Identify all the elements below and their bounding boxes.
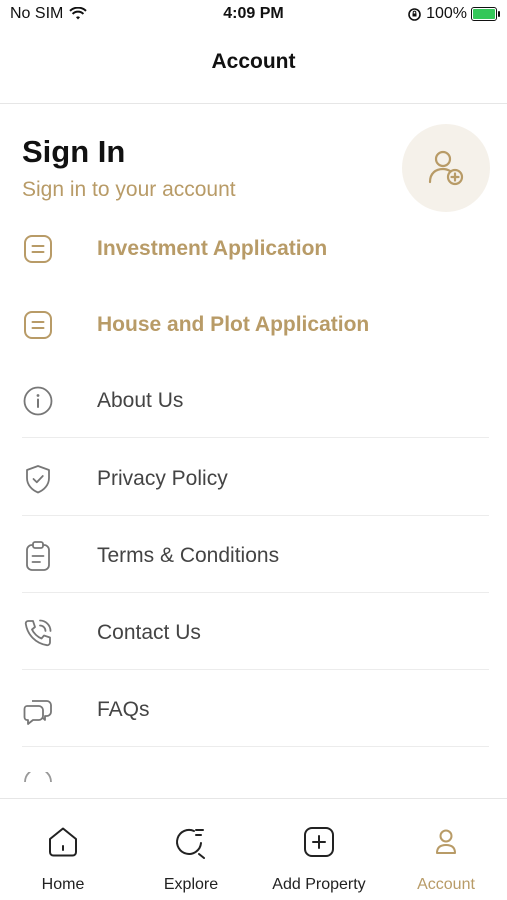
tab-bar: Home Explore Add Property Account [0, 798, 507, 900]
tab-account-label: Account [417, 876, 475, 893]
user-icon [429, 825, 463, 859]
info-icon [22, 385, 54, 417]
menu-item-contact-us[interactable]: Contact Us [0, 596, 507, 670]
chat-bubbles-icon [22, 694, 54, 726]
tab-account[interactable]: Account [400, 799, 492, 900]
tab-home[interactable]: Home [14, 799, 112, 900]
menu-item-faqs[interactable]: FAQs [0, 673, 507, 747]
menu-item-label: Investment Application [97, 237, 328, 260]
user-add-icon [428, 150, 464, 186]
phone-icon [22, 617, 54, 649]
page-title: Account [211, 50, 296, 73]
menu-item-terms-conditions[interactable]: Terms & Conditions [0, 519, 507, 593]
clipboard-icon [22, 540, 54, 572]
divider [22, 515, 489, 516]
explore-icon [174, 825, 208, 859]
add-square-icon [302, 825, 336, 859]
menu-item-label: Terms & Conditions [97, 544, 280, 567]
document-icon [22, 309, 54, 341]
sign-in-subtitle[interactable]: Sign in to your account [22, 178, 236, 202]
menu-item-privacy-policy[interactable]: Privacy Policy [0, 442, 507, 516]
document-icon [22, 233, 54, 265]
menu-item-investment-application[interactable]: Investment Application [0, 212, 507, 286]
tab-explore-label: Explore [163, 876, 219, 893]
sign-in-avatar-button[interactable] [402, 124, 490, 212]
divider [22, 746, 489, 747]
nav-header: Account [0, 30, 507, 104]
divider [22, 669, 489, 670]
menu-item-label: Contact Us [97, 621, 201, 644]
menu-item-house-plot-application[interactable]: House and Plot Application [0, 288, 507, 362]
status-right: 100% [407, 5, 500, 23]
tab-explore[interactable]: Explore [141, 799, 241, 900]
tab-add-property-label: Add Property [272, 876, 366, 893]
menu-item-label: About Us [97, 389, 184, 412]
menu-item-label: FAQs [97, 698, 150, 721]
battery-percent: 100% [426, 5, 467, 22]
shield-check-icon [22, 463, 54, 495]
tab-home-label: Home [41, 876, 85, 893]
menu-item-label: Privacy Policy [97, 467, 228, 490]
next-item-icon-partial [24, 772, 52, 782]
divider [22, 437, 489, 438]
status-bar: No SIM 4:09 PM 100% [0, 0, 507, 30]
battery-icon [471, 7, 500, 21]
divider [22, 592, 489, 593]
sign-in-title[interactable]: Sign In [22, 134, 125, 170]
menu-item-label: House and Plot Application [97, 313, 370, 336]
orientation-lock-icon [408, 7, 421, 21]
tab-add-property[interactable]: Add Property [262, 799, 376, 900]
menu-item-about-us[interactable]: About Us [0, 364, 507, 438]
home-icon [46, 825, 80, 859]
